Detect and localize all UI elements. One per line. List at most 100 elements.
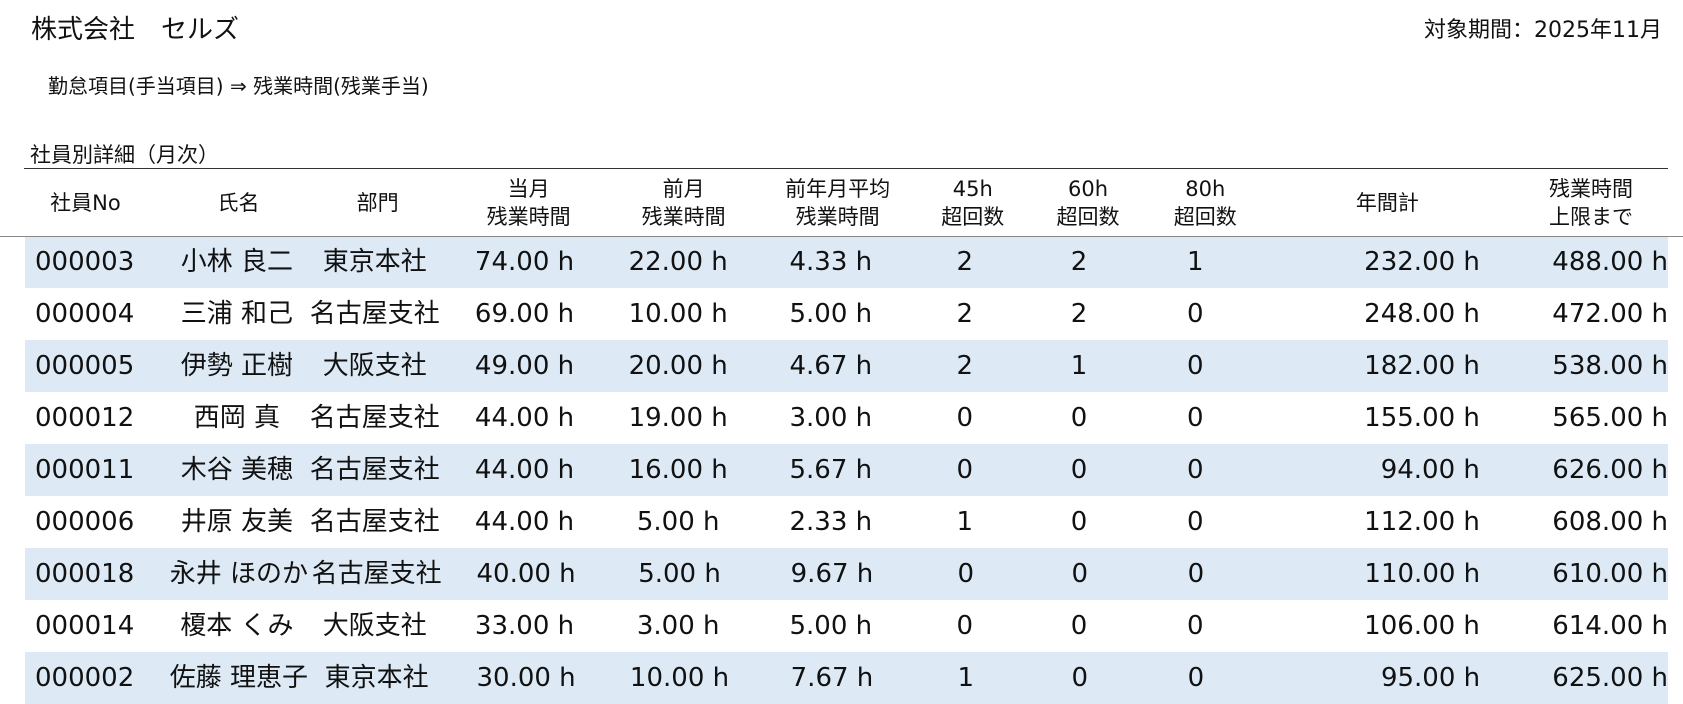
cell-department: 名古屋支社 [309,507,440,537]
cell-department: 大阪支社 [322,351,427,381]
cell-over-45h-count: 2 [956,351,974,381]
cell-over-80h-count: 0 [1186,611,1204,641]
cell-current-month: 33.00 h [474,611,575,641]
cell-name: 木谷 美穂 [180,455,294,485]
cell-over-60h-count: 0 [1070,455,1088,485]
cell-over-80h-count: 0 [1186,403,1204,433]
cell-over-80h-count: 0 [1186,507,1204,537]
overtime-table: 社員No 氏名 部門 当月 残業時間 前月 残業時間 前年月平均 残業時間 45… [0,169,1683,704]
cell-prev-year-average: 4.33 h [789,247,873,277]
cell-over-80h-count: 1 [1186,247,1204,277]
cell-department: 大阪支社 [322,611,427,641]
table-row: 000011 木谷 美穂 名古屋支社 44.00 h 16.00 h 5.67 h 0 0 0 9… [25,444,1668,496]
cell-employee-no: 000011 [35,455,135,485]
cell-over-45h-count: 1 [957,663,974,693]
cell-over-80h-count: 0 [1187,663,1205,693]
col-header-employee-no: 社員No [50,190,121,215]
cell-employee-no: 000014 [35,611,135,641]
cell-current-month: 69.00 h [474,299,575,329]
cell-employee-no: 000012 [35,403,135,433]
col-header-current-month: 当月 残業時間 [486,176,571,229]
cell-remaining-limit: 488.00 h [1552,247,1669,277]
cell-over-80h-count: 0 [1186,351,1204,381]
table-row: 000018 永井 ほのか 名古屋支社 40.00 h 5.00 h 9.67 h 0 0 0 1… [25,548,1668,600]
cell-remaining-limit: 625.00 h [1552,663,1668,693]
cell-name: 西岡 真 [193,403,281,433]
col-header-previous-month: 前月 残業時間 [641,176,726,229]
cell-current-month: 49.00 h [474,351,575,381]
table-row: 000004 三浦 和己 名古屋支社 69.00 h 10.00 h 5.00 h 2 2 0 2… [25,288,1668,340]
cell-over-80h-count: 0 [1186,299,1204,329]
cell-remaining-limit: 614.00 h [1552,611,1669,641]
company-name: 株式会社 セルズ [31,15,240,45]
cell-over-60h-count: 1 [1070,351,1088,381]
cell-prev-year-average: 5.67 h [789,455,873,485]
cell-remaining-limit: 565.00 h [1552,403,1669,433]
cell-name: 榎本 くみ [180,611,294,641]
cell-name: 三浦 和己 [180,299,294,329]
cell-employee-no: 000002 [35,663,135,693]
cell-name: 伊勢 正樹 [180,351,294,381]
table-row: 000005 伊勢 正樹 大阪支社 49.00 h 20.00 h 4.67 h 2 1 0 18… [25,340,1668,392]
cell-department: 東京本社 [324,663,429,693]
col-header-over-60h: 60h 超回数 [1056,176,1120,229]
table-body: 000003 小林 良二 東京本社 74.00 h 22.00 h 4.33 h 2 2 1 23… [0,236,1683,704]
table-header-rule [0,236,1683,237]
cell-department: 名古屋支社 [309,455,440,485]
cell-previous-month: 19.00 h [628,403,728,433]
cell-current-month: 74.00 h [474,247,575,277]
cell-prev-year-average: 9.67 h [790,559,874,589]
cell-employee-no: 000005 [35,351,135,381]
cell-over-60h-count: 0 [1070,611,1088,641]
cell-name: 佐藤 理恵子 [169,663,309,693]
cell-previous-month: 10.00 h [629,663,730,693]
cell-annual-total: 232.00 h [1364,247,1480,277]
cell-current-month: 44.00 h [474,507,575,537]
cell-name: 小林 良二 [180,247,294,277]
breadcrumb: 勤怠項目(手当項目) ⇒ 残業時間(残業手当) [48,74,429,98]
cell-previous-month: 10.00 h [628,299,728,329]
cell-previous-month: 20.00 h [628,351,728,381]
cell-over-45h-count: 2 [956,247,974,277]
cell-over-60h-count: 0 [1070,507,1088,537]
cell-current-month: 44.00 h [474,455,575,485]
cell-over-60h-count: 2 [1070,247,1088,277]
cell-previous-month: 5.00 h [638,559,721,589]
cell-current-month: 30.00 h [476,663,576,693]
cell-over-45h-count: 0 [956,455,974,485]
cell-previous-month: 3.00 h [636,611,720,641]
cell-prev-year-average: 4.67 h [789,351,873,381]
cell-remaining-limit: 626.00 h [1552,455,1669,485]
col-header-department: 部門 [356,190,399,215]
cell-over-45h-count: 1 [956,507,974,537]
cell-annual-total: 106.00 h [1364,611,1480,641]
cell-annual-total: 182.00 h [1364,351,1480,381]
cell-over-45h-count: 0 [956,611,974,641]
table-row: 000003 小林 良二 東京本社 74.00 h 22.00 h 4.33 h 2 2 1 23… [25,236,1668,288]
cell-annual-total: 155.00 h [1364,403,1480,433]
cell-annual-total: 112.00 h [1364,507,1480,537]
cell-over-60h-count: 0 [1071,663,1089,693]
cell-prev-year-average: 2.33 h [789,507,873,537]
cell-name: 永井 ほのか [169,559,309,589]
cell-prev-year-average: 5.00 h [789,611,873,641]
table-row: 000012 西岡 真名古屋支社 44.00 h 19.00 h 3.00 h 0 0 0 15… [25,392,1668,444]
cell-department: 名古屋支社 [309,299,440,329]
cell-over-60h-count: 0 [1071,559,1089,589]
cell-department: 名古屋支社 [311,559,442,589]
table-header-row: 社員No 氏名 部門 当月 残業時間 前月 残業時間 前年月平均 残業時間 45… [0,169,1683,236]
cell-remaining-limit: 472.00 h [1552,299,1669,329]
cell-employee-no: 000018 [35,559,135,589]
cell-previous-month: 5.00 h [636,507,720,537]
cell-employee-no: 000003 [35,247,135,277]
cell-remaining-limit: 608.00 h [1552,507,1669,537]
cell-annual-total: 95.00 h [1380,663,1481,693]
col-header-name: 氏名 [217,190,260,215]
cell-over-60h-count: 2 [1070,299,1088,329]
section-title: 社員別詳細（月次） [30,143,219,167]
col-header-prev-year-average: 前年月平均 残業時間 [785,176,891,229]
target-period: 対象期間：2025年11月 [1424,18,1662,43]
cell-prev-year-average: 3.00 h [789,403,873,433]
table-row: 000002 佐藤 理恵子 東京本社 30.00 h 10.00 h 7.67 h 1 0 0 9… [25,652,1668,704]
cell-over-45h-count: 0 [957,559,974,589]
